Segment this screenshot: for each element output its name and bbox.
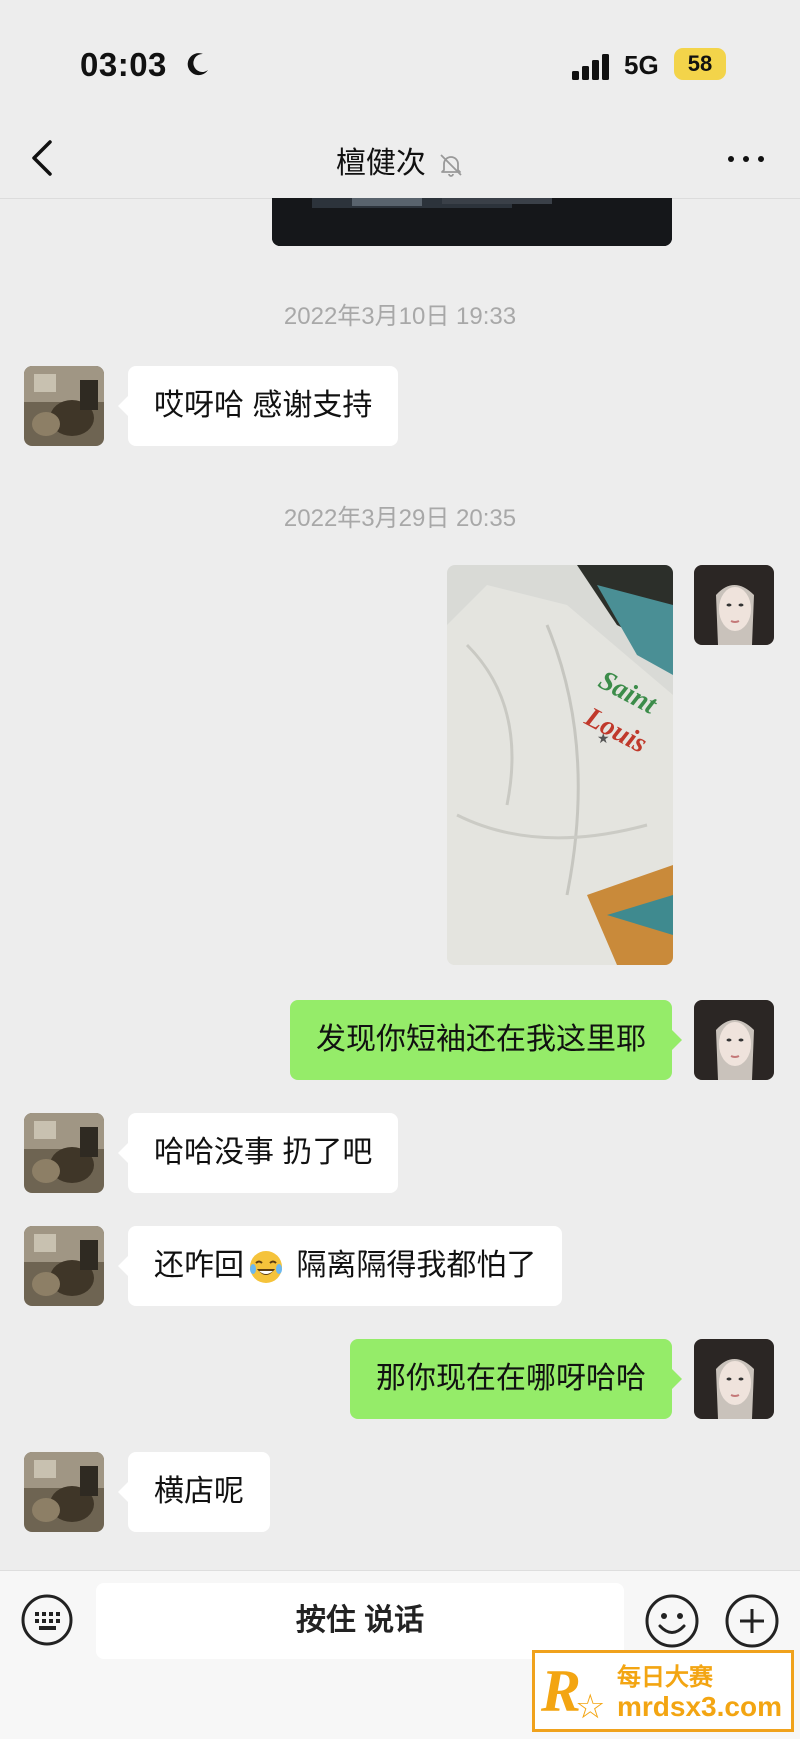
status-bar: 03:03 5G 58 — [0, 0, 800, 120]
shirt-photo: ★ — [447, 565, 673, 965]
moon-icon — [187, 53, 208, 76]
avatar-self[interactable] — [694, 565, 774, 645]
self-avatar-image — [694, 1339, 774, 1419]
message-text: 横店呢 — [154, 1475, 244, 1508]
image-message-shirt[interactable]: ★ Saint Louis — [447, 565, 673, 965]
avatar-contact[interactable] — [24, 1226, 104, 1306]
message-bubble-sent[interactable]: 发现你短袖还在我这里耶 — [290, 1000, 682, 1080]
keyboard-icon[interactable] — [20, 1593, 74, 1647]
message-text: 发现你短袖还在我这里耶 — [316, 1023, 646, 1056]
contact-avatar-image — [24, 1113, 104, 1193]
previous-image-content — [272, 198, 672, 246]
message-text: 哈哈没事 扔了吧 — [154, 1136, 373, 1169]
avatar-contact[interactable] — [24, 1452, 104, 1532]
contact-avatar-image — [24, 1226, 104, 1306]
nav-bar: 檀健次 — [0, 120, 800, 199]
network-type: 5G — [624, 50, 659, 80]
timestamp: 2022年3月29日 20:35 — [283, 505, 517, 532]
chat-title: 檀健次 — [335, 147, 426, 180]
avatar-self[interactable] — [694, 1000, 774, 1080]
watermark-title: 每日大赛 — [617, 1664, 713, 1691]
battery-indicator: 58 — [674, 48, 726, 80]
chat-screen: 03:03 5G 58 檀健次 2022年3月10日 19:33 哎呀哈 感谢支… — [0, 0, 800, 1739]
hold-to-talk-button[interactable]: 按住 说话 — [96, 1583, 624, 1659]
contact-avatar-image — [24, 366, 104, 446]
previous-image-message[interactable] — [272, 198, 672, 246]
self-avatar-image — [694, 1000, 774, 1080]
message-text-after-emoji: 隔离隔得我都怕了 — [288, 1249, 537, 1282]
plus-icon[interactable] — [724, 1593, 780, 1649]
laughing-tears-emoji-icon — [250, 1251, 282, 1284]
message-text-before-emoji: 还咋回 — [154, 1249, 244, 1282]
avatar-contact[interactable] — [24, 366, 104, 446]
mute-bell-icon — [440, 154, 462, 177]
timestamp: 2022年3月10日 19:33 — [283, 303, 517, 330]
status-time: 03:03 — [80, 46, 167, 83]
message-bubble-received[interactable]: 还咋回 隔离隔得我都怕了 — [117, 1226, 563, 1306]
message-bubble-received[interactable]: 哎呀哈 感谢支持 — [117, 366, 399, 446]
message-text: 哎呀哈 感谢支持 — [154, 389, 373, 422]
more-options-icon[interactable] — [726, 152, 766, 166]
message-text: 那你现在在哪呀哈哈 — [376, 1362, 646, 1395]
message-bubble-received[interactable]: 哈哈没事 扔了吧 — [117, 1113, 399, 1193]
self-avatar-image — [694, 565, 774, 645]
avatar-contact[interactable] — [24, 1113, 104, 1193]
site-watermark: R ☆ 每日大赛 mrdsx3.com — [532, 1650, 794, 1732]
signal-icon — [572, 54, 609, 80]
star-icon: ☆ — [575, 1688, 606, 1726]
emoji-icon[interactable] — [644, 1593, 700, 1649]
avatar-self[interactable] — [694, 1339, 774, 1419]
message-bubble-received[interactable]: 横店呢 — [118, 1452, 270, 1532]
watermark-url: mrdsx3.com — [617, 1691, 782, 1722]
contact-avatar-image — [24, 1452, 104, 1532]
message-bubble-sent[interactable]: 那你现在在哪呀哈哈 — [350, 1339, 682, 1419]
chat-title-area: 檀健次 — [0, 138, 800, 182]
